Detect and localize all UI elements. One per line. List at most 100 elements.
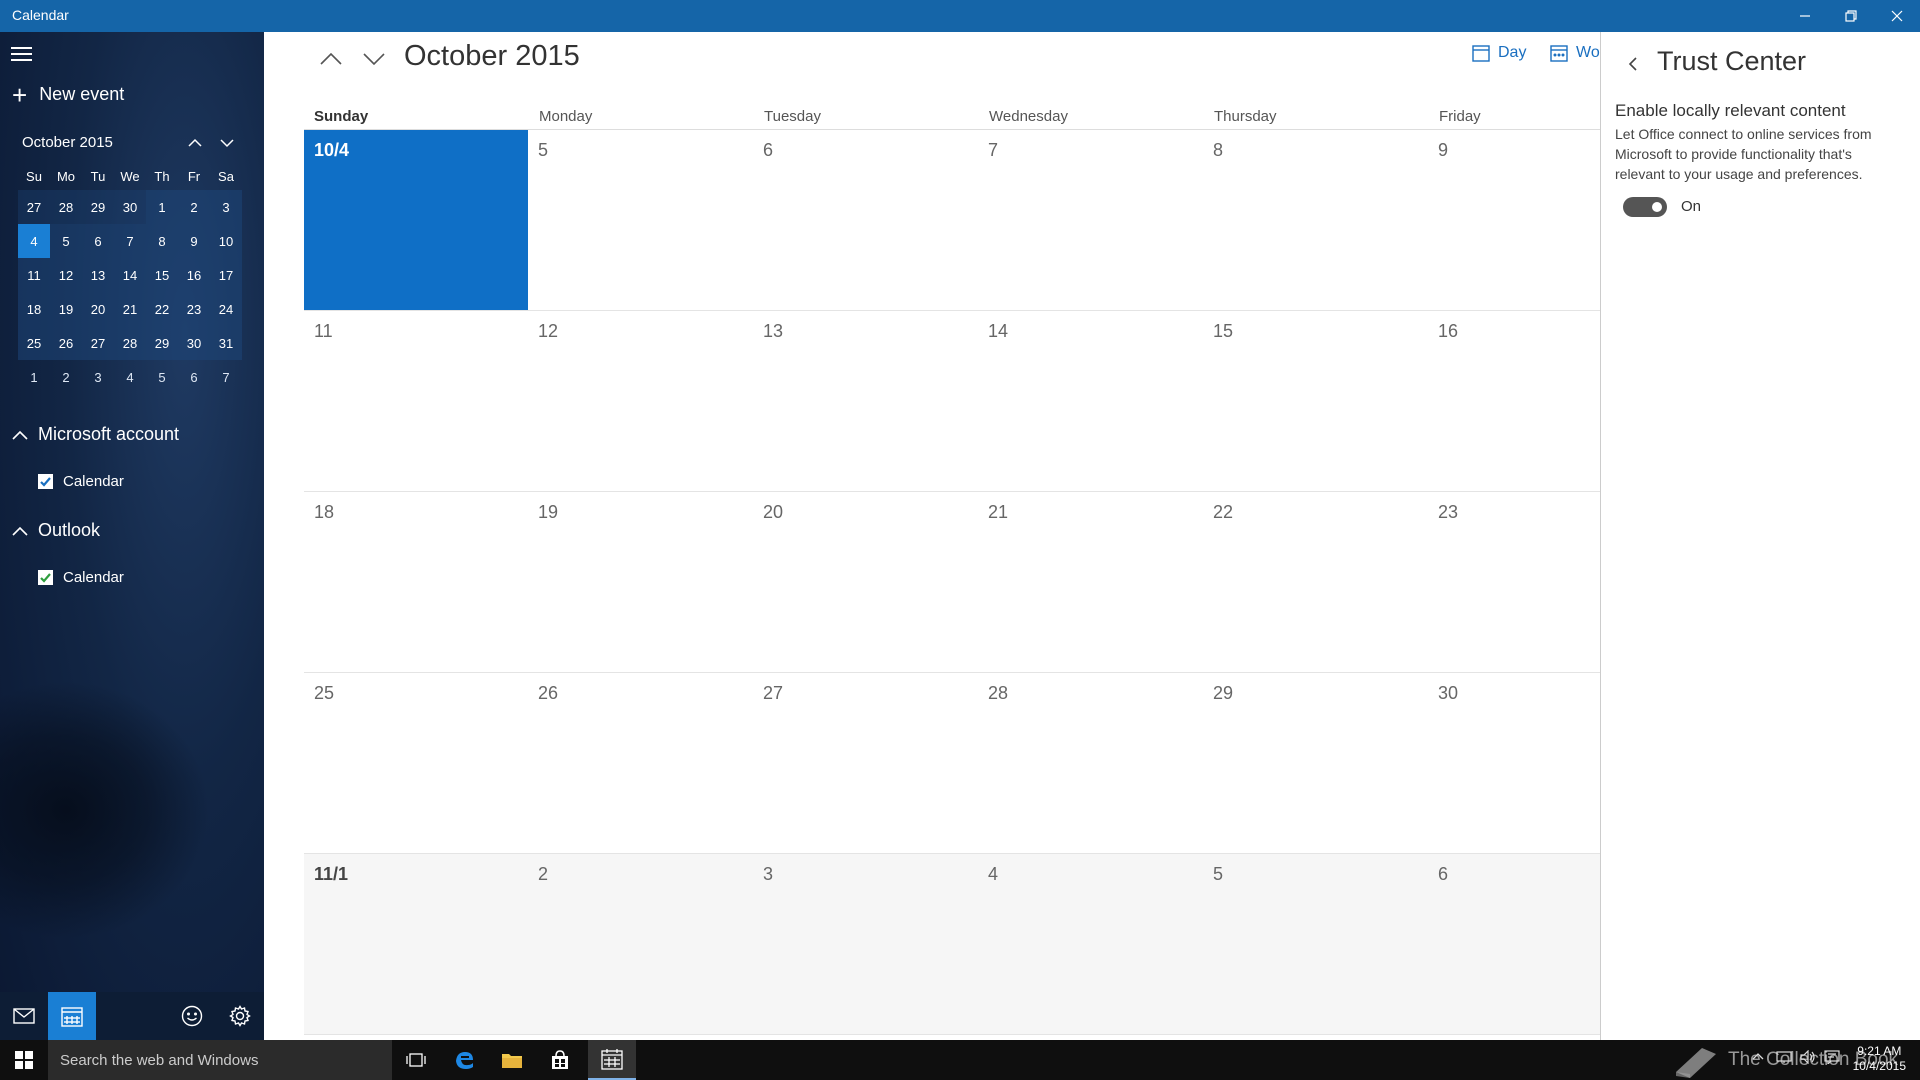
day-view-button[interactable]: Day — [1472, 44, 1526, 62]
hamburger-menu-icon[interactable] — [10, 42, 34, 66]
settings-button[interactable] — [216, 992, 264, 1040]
mini-day[interactable]: 30 — [114, 190, 146, 224]
mini-day[interactable]: 20 — [82, 292, 114, 326]
day-cell-next-month[interactable]: 6 — [1428, 854, 1600, 1034]
mini-day[interactable]: 22 — [146, 292, 178, 326]
store-button[interactable] — [536, 1040, 584, 1080]
calendar-app-button[interactable] — [48, 992, 96, 1040]
day-cell[interactable]: 7 — [978, 130, 1203, 310]
mini-day[interactable]: 2 — [178, 190, 210, 224]
day-cell[interactable]: 22 — [1203, 492, 1428, 672]
show-hidden-icons-button[interactable] — [1752, 1050, 1764, 1064]
mini-day-selected[interactable]: 4 — [18, 224, 50, 258]
restore-button[interactable] — [1828, 0, 1874, 32]
day-cell[interactable]: 18 — [304, 492, 528, 672]
next-month-button[interactable] — [357, 42, 391, 76]
day-cell-next-month[interactable]: 4 — [978, 854, 1203, 1034]
day-cell[interactable]: 8 — [1203, 130, 1428, 310]
day-cell-today[interactable]: 10/4 — [304, 130, 528, 310]
mini-day[interactable]: 8 — [146, 224, 178, 258]
day-cell[interactable]: 25 — [304, 673, 528, 853]
day-cell[interactable]: 15 — [1203, 311, 1428, 491]
task-view-button[interactable] — [392, 1040, 440, 1080]
checkbox-checked-icon[interactable] — [38, 570, 53, 585]
mini-day[interactable]: 10 — [210, 224, 242, 258]
taskbar-search-box[interactable]: Search the web and Windows — [48, 1040, 392, 1080]
day-cell[interactable]: 27 — [753, 673, 978, 853]
mini-day[interactable]: 1 — [18, 360, 50, 394]
day-cell[interactable]: 14 — [978, 311, 1203, 491]
feedback-button[interactable] — [168, 992, 216, 1040]
calendar-item-outlook[interactable]: Calendar — [38, 569, 124, 586]
mini-day[interactable]: 3 — [210, 190, 242, 224]
new-event-button[interactable]: + New event — [12, 82, 124, 108]
mini-day[interactable]: 16 — [178, 258, 210, 292]
mini-day[interactable]: 31 — [210, 326, 242, 360]
mini-day[interactable]: 21 — [114, 292, 146, 326]
mini-day[interactable]: 29 — [82, 190, 114, 224]
mini-day[interactable]: 11 — [18, 258, 50, 292]
mail-button[interactable] — [0, 992, 48, 1040]
close-button[interactable] — [1874, 0, 1920, 32]
day-cell-next-month[interactable]: 11/1 — [304, 854, 528, 1034]
mini-day[interactable]: 13 — [82, 258, 114, 292]
month-title[interactable]: October 2015 — [404, 40, 580, 73]
day-cell-next-month[interactable]: 3 — [753, 854, 978, 1034]
mini-calendar-prev-button[interactable] — [183, 132, 207, 154]
day-cell[interactable]: 9 — [1428, 130, 1600, 310]
file-explorer-button[interactable] — [488, 1040, 536, 1080]
day-cell-next-month[interactable]: 2 — [528, 854, 753, 1034]
mini-day[interactable]: 7 — [210, 360, 242, 394]
mini-day[interactable]: 3 — [82, 360, 114, 394]
mini-day[interactable]: 24 — [210, 292, 242, 326]
day-cell[interactable]: 5 — [528, 130, 753, 310]
locally-relevant-content-toggle[interactable] — [1623, 197, 1667, 217]
mini-day[interactable]: 12 — [50, 258, 82, 292]
work-week-view-button[interactable]: Wor — [1550, 44, 1600, 62]
mini-day[interactable]: 2 — [50, 360, 82, 394]
day-cell[interactable]: 21 — [978, 492, 1203, 672]
mini-calendar-next-button[interactable] — [215, 132, 239, 154]
action-center-button[interactable] — [1824, 1050, 1840, 1067]
mini-day[interactable]: 28 — [50, 190, 82, 224]
day-cell[interactable]: 13 — [753, 311, 978, 491]
edge-browser-button[interactable] — [440, 1040, 488, 1080]
day-cell[interactable]: 20 — [753, 492, 978, 672]
mini-day[interactable]: 25 — [18, 326, 50, 360]
mini-day[interactable]: 17 — [210, 258, 242, 292]
previous-month-button[interactable] — [314, 42, 348, 76]
mini-day[interactable]: 27 — [18, 190, 50, 224]
mini-day[interactable]: 1 — [146, 190, 178, 224]
day-cell[interactable]: 26 — [528, 673, 753, 853]
day-cell[interactable]: 6 — [753, 130, 978, 310]
mini-calendar-month-label[interactable]: October 2015 — [22, 134, 113, 151]
mini-day[interactable]: 5 — [146, 360, 178, 394]
mini-day[interactable]: 5 — [50, 224, 82, 258]
minimize-button[interactable] — [1782, 0, 1828, 32]
volume-button[interactable] — [1800, 1049, 1816, 1067]
mini-day[interactable]: 6 — [178, 360, 210, 394]
mini-day[interactable]: 26 — [50, 326, 82, 360]
account-group-microsoft[interactable]: Microsoft account — [12, 424, 179, 445]
day-cell-next-month[interactable]: 5 — [1203, 854, 1428, 1034]
clock[interactable]: 9:21 AM 10/4/2015 — [1853, 1044, 1906, 1074]
day-cell[interactable]: 30 — [1428, 673, 1600, 853]
network-button[interactable] — [1776, 1050, 1792, 1067]
day-cell[interactable]: 11 — [304, 311, 528, 491]
start-button[interactable] — [0, 1040, 48, 1080]
day-cell[interactable]: 12 — [528, 311, 753, 491]
day-cell[interactable]: 28 — [978, 673, 1203, 853]
calendar-item-microsoft[interactable]: Calendar — [38, 473, 124, 490]
mini-day[interactable]: 4 — [114, 360, 146, 394]
mini-day[interactable]: 29 — [146, 326, 178, 360]
account-group-outlook[interactable]: Outlook — [12, 520, 100, 541]
day-cell[interactable]: 29 — [1203, 673, 1428, 853]
mini-day[interactable]: 23 — [178, 292, 210, 326]
mini-day[interactable]: 14 — [114, 258, 146, 292]
mini-day[interactable]: 7 — [114, 224, 146, 258]
mini-day[interactable]: 30 — [178, 326, 210, 360]
checkbox-checked-icon[interactable] — [38, 474, 53, 489]
mini-day[interactable]: 28 — [114, 326, 146, 360]
mini-day[interactable]: 9 — [178, 224, 210, 258]
calendar-taskbar-button[interactable] — [588, 1040, 636, 1080]
